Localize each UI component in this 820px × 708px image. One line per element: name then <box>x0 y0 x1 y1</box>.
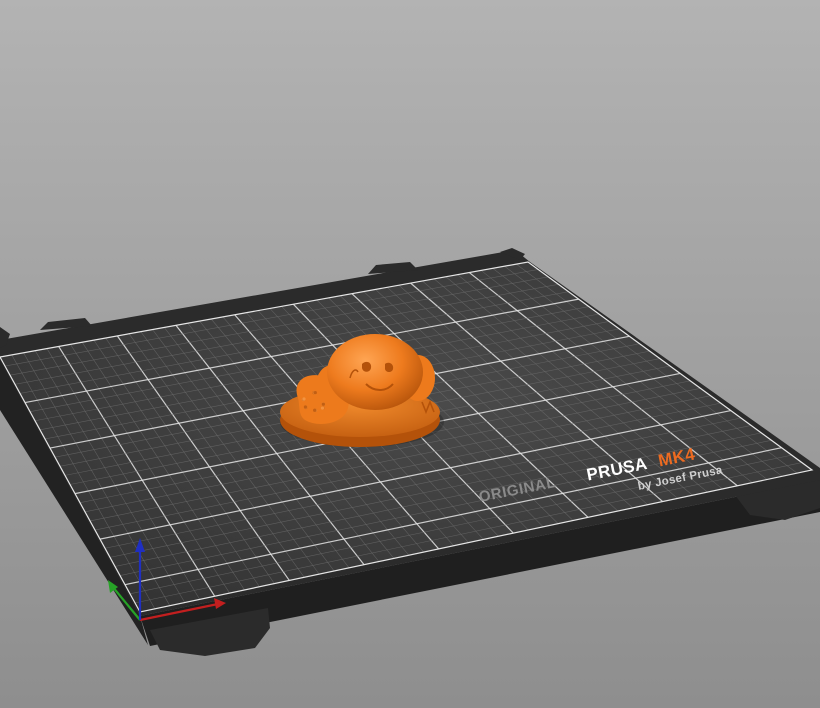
print-bed[interactable]: ORIGINAL PRUSA MK4 by Josef Prusa <box>0 248 820 656</box>
model-texture-dot <box>320 406 325 410</box>
model-texture-dot <box>313 408 317 412</box>
model-texture-dot <box>313 390 317 395</box>
model-texture-dot <box>321 402 325 406</box>
scene-canvas[interactable]: ORIGINAL PRUSA MK4 by Josef Prusa <box>0 0 820 708</box>
model-texture-dot <box>302 397 306 401</box>
3d-viewport[interactable]: ORIGINAL PRUSA MK4 by Josef Prusa <box>0 0 820 708</box>
model-texture-dot <box>303 405 308 409</box>
model-eye-left <box>362 361 372 372</box>
model-head <box>327 334 423 410</box>
